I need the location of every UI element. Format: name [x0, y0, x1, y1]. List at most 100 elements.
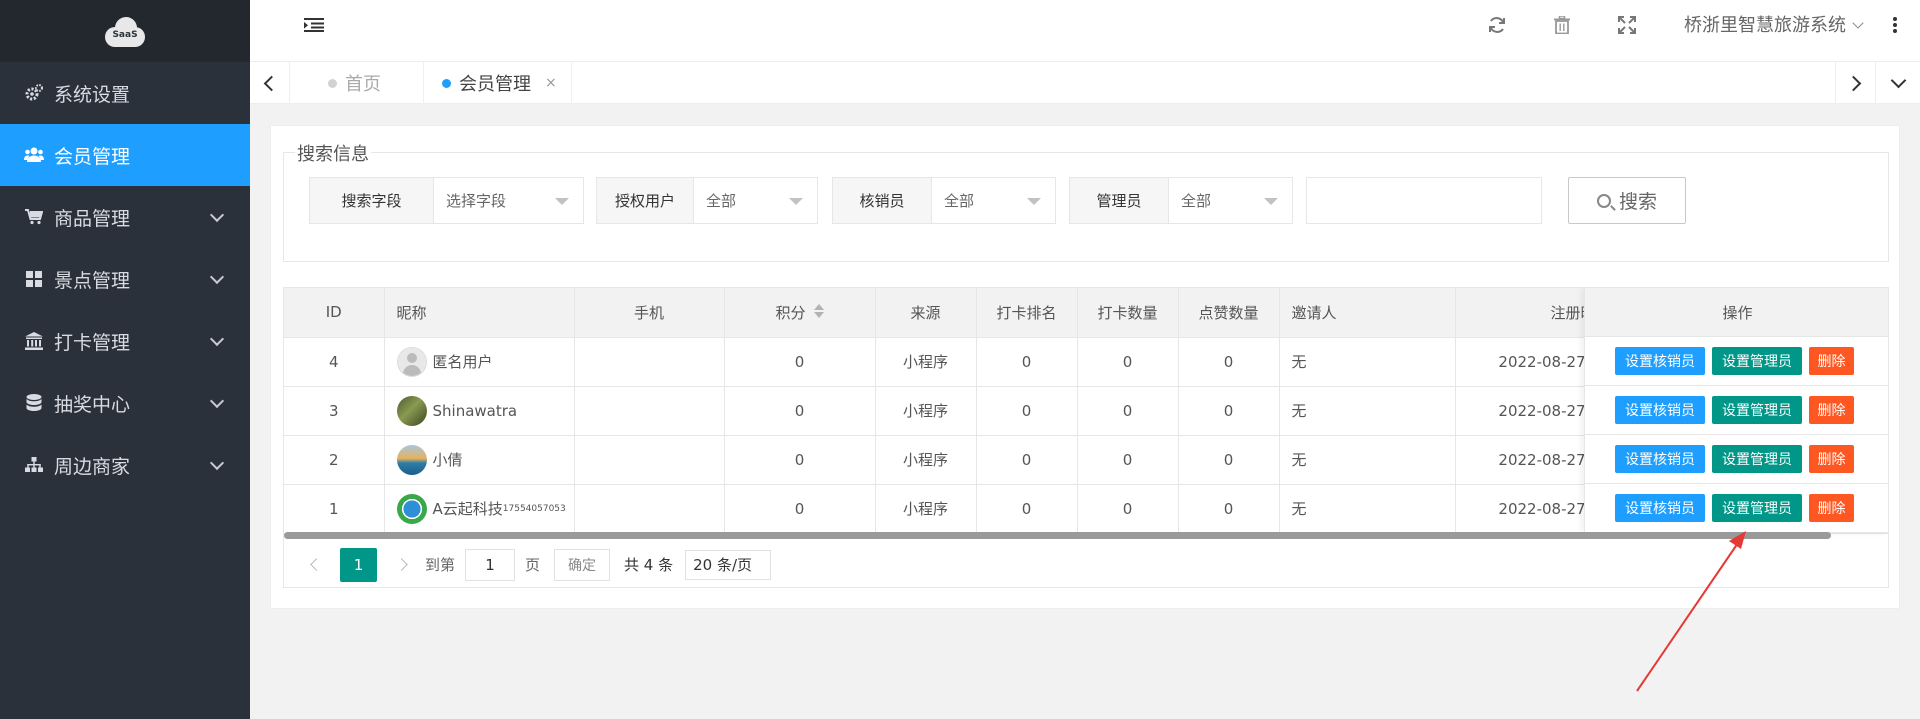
cell-phone: [574, 386, 725, 436]
verifier-select[interactable]: 全部: [932, 177, 1056, 224]
col-nickname: 昵称: [384, 288, 575, 338]
search-button-label: 搜索: [1618, 191, 1657, 213]
avatar: [396, 395, 427, 426]
authorized-user-select[interactable]: 全部: [694, 177, 818, 224]
goto-page-input[interactable]: 1: [465, 548, 516, 581]
member-table: ID 昵称 手机 积分 来源 打卡排名 打卡数量 点赞数量 邀请人 注册时间 4…: [283, 287, 1889, 588]
menu-toggle-icon[interactable]: [303, 14, 325, 36]
tab-scroll-right-button[interactable]: [1835, 62, 1875, 104]
tab-options-button[interactable]: [1875, 62, 1920, 104]
set-verifier-button[interactable]: 设置核销员: [1615, 445, 1705, 473]
tab-label: 会员管理: [459, 74, 531, 95]
cell-rank: 0: [976, 386, 1078, 436]
cell-checkins: 0: [1077, 337, 1179, 387]
cell-nickname: 小倩: [384, 435, 575, 485]
sidebar-item-nearby-merchants[interactable]: 周边商家: [0, 434, 250, 496]
sidebar: SaaS 系统设置 会员管理 商品管理 景点管理 打卡管理 抽奖中心 周边商家: [0, 0, 250, 719]
page-label: 页: [525, 556, 541, 574]
tab-scroll-left-button[interactable]: [250, 62, 290, 104]
set-admin-button[interactable]: 设置管理员: [1712, 347, 1802, 375]
sidebar-item-checkin-management[interactable]: 打卡管理: [0, 310, 250, 372]
prev-page-button[interactable]: [298, 548, 334, 582]
sort-icon[interactable]: [813, 304, 824, 319]
next-page-button[interactable]: [383, 548, 419, 582]
tab-dot: [442, 78, 451, 88]
admin-select[interactable]: 全部: [1169, 177, 1293, 224]
set-verifier-button[interactable]: 设置核销员: [1615, 396, 1705, 424]
main-card: 搜索信息 搜索字段 选择字段 授权用户 全部 核销员 全部 管理员 全部 搜索: [270, 125, 1900, 609]
cart-icon: [24, 207, 44, 227]
cell-points: 0: [724, 337, 876, 387]
sitemap-icon: [24, 455, 44, 475]
goto-confirm-button[interactable]: 确定: [554, 548, 611, 581]
pagination: 1 到第 1 页 确定 共 4 条 20 条/页: [284, 540, 1888, 587]
search-icon: [1596, 193, 1611, 208]
col-id: ID: [284, 288, 385, 338]
admin-label: 管理员: [1069, 177, 1169, 224]
page-1-button[interactable]: 1: [340, 547, 377, 582]
cell-points: 0: [724, 484, 876, 534]
cell-points: 0: [724, 435, 876, 485]
user-menu[interactable]: 桥浙里智慧旅游系统: [1684, 11, 1864, 37]
search-field-label: 搜索字段: [309, 177, 434, 224]
select-value: 全部: [706, 192, 737, 210]
fullscreen-icon[interactable]: [1616, 14, 1638, 36]
more-vertical-icon[interactable]: [1884, 14, 1906, 36]
delete-button[interactable]: 删除: [1809, 396, 1854, 424]
delete-button[interactable]: 删除: [1809, 445, 1854, 473]
col-inviter: 邀请人: [1279, 288, 1456, 338]
chevron-down-icon: [209, 331, 225, 347]
verifier-group: 核销员 全部: [832, 177, 1056, 224]
cell-inviter: 无: [1279, 386, 1456, 436]
logo-area: SaaS: [0, 0, 250, 62]
logo-text: SaaS: [112, 30, 138, 40]
nickname-text: 匿名用户: [432, 353, 493, 371]
col-checkin-count: 打卡数量: [1077, 288, 1179, 338]
close-icon[interactable]: ×: [545, 75, 557, 91]
trash-icon[interactable]: [1551, 14, 1573, 36]
total-count: 共 4 条: [624, 556, 674, 574]
actions-row: 设置核销员 设置管理员 删除: [1585, 435, 1888, 484]
col-phone: 手机: [574, 288, 725, 338]
cell-checkins: 0: [1077, 484, 1179, 534]
sidebar-item-scenic-management[interactable]: 景点管理: [0, 248, 250, 310]
chevron-down-icon: [209, 393, 225, 409]
set-verifier-button[interactable]: 设置核销员: [1615, 494, 1705, 522]
delete-button[interactable]: 删除: [1809, 347, 1854, 375]
sidebar-item-member-management[interactable]: 会员管理: [0, 124, 250, 186]
cell-checkins: 0: [1077, 435, 1179, 485]
refresh-icon[interactable]: [1486, 14, 1508, 36]
avatar: [396, 493, 427, 524]
set-verifier-button[interactable]: 设置核销员: [1615, 347, 1705, 375]
sidebar-item-lottery-center[interactable]: 抽奖中心: [0, 372, 250, 434]
cell-id: 2: [284, 435, 385, 485]
chevron-left-icon: [309, 558, 323, 571]
set-admin-button[interactable]: 设置管理员: [1712, 445, 1802, 473]
set-admin-button[interactable]: 设置管理员: [1712, 396, 1802, 424]
avatar: [396, 444, 427, 475]
cell-likes: 0: [1178, 386, 1280, 436]
goto-label: 到第: [425, 556, 456, 574]
tab-home[interactable]: 首页: [310, 62, 424, 104]
cell-inviter: 无: [1279, 435, 1456, 485]
sidebar-item-label: 抽奖中心: [54, 393, 131, 416]
set-admin-button[interactable]: 设置管理员: [1712, 494, 1802, 522]
caret-down-icon: [789, 198, 803, 205]
user-name: 桥浙里智慧旅游系统: [1684, 15, 1846, 36]
search-field-select[interactable]: 选择字段: [434, 177, 584, 224]
chevron-down-icon: [209, 455, 225, 471]
col-points[interactable]: 积分: [724, 288, 876, 338]
keyword-input[interactable]: [1306, 177, 1542, 224]
col-source: 来源: [875, 288, 977, 338]
sidebar-item-product-management[interactable]: 商品管理: [0, 186, 250, 248]
tab-member-management[interactable]: 会员管理 ×: [424, 62, 572, 104]
delete-button[interactable]: 删除: [1809, 494, 1854, 522]
logo[interactable]: SaaS: [101, 15, 149, 47]
sidebar-item-system-settings[interactable]: 系统设置: [0, 62, 250, 124]
chevron-down-icon: [209, 207, 225, 223]
actions-column: 操作 设置核销员 设置管理员 删除 设置核销员 设置管理员 删除 设置核销员 设…: [1584, 288, 1888, 533]
page-size-select[interactable]: 20 条/页: [685, 549, 772, 580]
search-button[interactable]: 搜索: [1568, 177, 1686, 224]
horizontal-scrollbar[interactable]: [284, 532, 1831, 539]
database-icon: [24, 393, 44, 413]
